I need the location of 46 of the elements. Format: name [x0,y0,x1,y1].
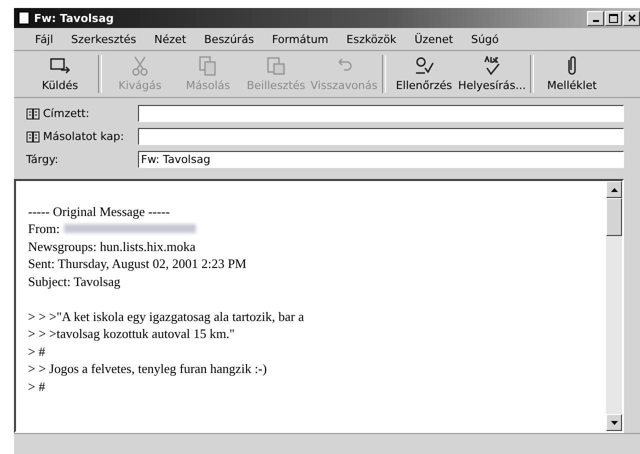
field-label: Címzett: [43,107,90,120]
message-line: > > Jogos a felvetes, tenyleg furan hangzik :-) [28,360,267,378]
menu-item[interactable]: Nézet [147,30,194,48]
message-body[interactable] [14,179,624,433]
message-line: Newsgroups: hun.lists.hix.moka [28,238,196,255]
menu-item[interactable]: Eszközök [339,30,404,48]
minimize-button[interactable] [587,10,604,26]
menu-item[interactable]: Beszúrás [197,30,261,48]
message-line: > # [28,378,46,395]
menu-item[interactable]: Súgó [464,30,506,48]
message-line: Sent: Thursday, August 02, 2001 2:23 PM [28,255,246,272]
message-line: > > >tavolsag kozottuk autoval 15 km." [28,325,235,342]
input-field[interactable] [138,105,624,122]
paste-icon [265,56,287,76]
close-icon [628,14,636,22]
toolbar-button[interactable]: Helyesírás... [458,52,526,96]
address-book-icon [26,130,40,142]
address-book-icon [26,108,40,120]
toolbar-button[interactable]: Küldés [26,52,94,96]
input-field[interactable]: Fw: Tavolsag [138,151,624,168]
scrollbar[interactable] [606,181,622,431]
document-icon [17,11,31,25]
field-label: Másolatot kap: [43,130,124,143]
scroll-thumb[interactable] [606,198,622,236]
maximize-icon [609,14,618,22]
maximize-button[interactable] [605,10,622,26]
close-button[interactable] [623,10,640,26]
down-arrow-icon [610,420,618,424]
toolbar-button[interactable]: Ellenőrzés [390,52,458,96]
menu-item[interactable]: Formátum [264,30,336,48]
up-arrow-icon [610,188,618,192]
envelope-arrow-icon [49,56,71,76]
message-line: > > >"A ket iskola egy igazgatosag ala tartozik, bar a [28,308,304,325]
field-label: Tárgy: [26,153,58,166]
toolbar-button[interactable]: Melléklet [538,52,606,96]
menu-item[interactable]: Üzenet [407,30,460,48]
message-line: Subject: Tavolsag [28,272,120,290]
message-line: > # [28,342,46,360]
person-check-icon [413,56,435,76]
menu-item[interactable]: Fájl [28,30,60,48]
message-line: From: [28,220,60,238]
input-field[interactable] [138,128,624,145]
message-line: ----- Original Message ----- [28,202,170,220]
window-title: Fw: Tavolsag [34,12,114,24]
menu-item[interactable]: Szerkesztés [64,30,144,48]
copy-icon [197,56,219,76]
